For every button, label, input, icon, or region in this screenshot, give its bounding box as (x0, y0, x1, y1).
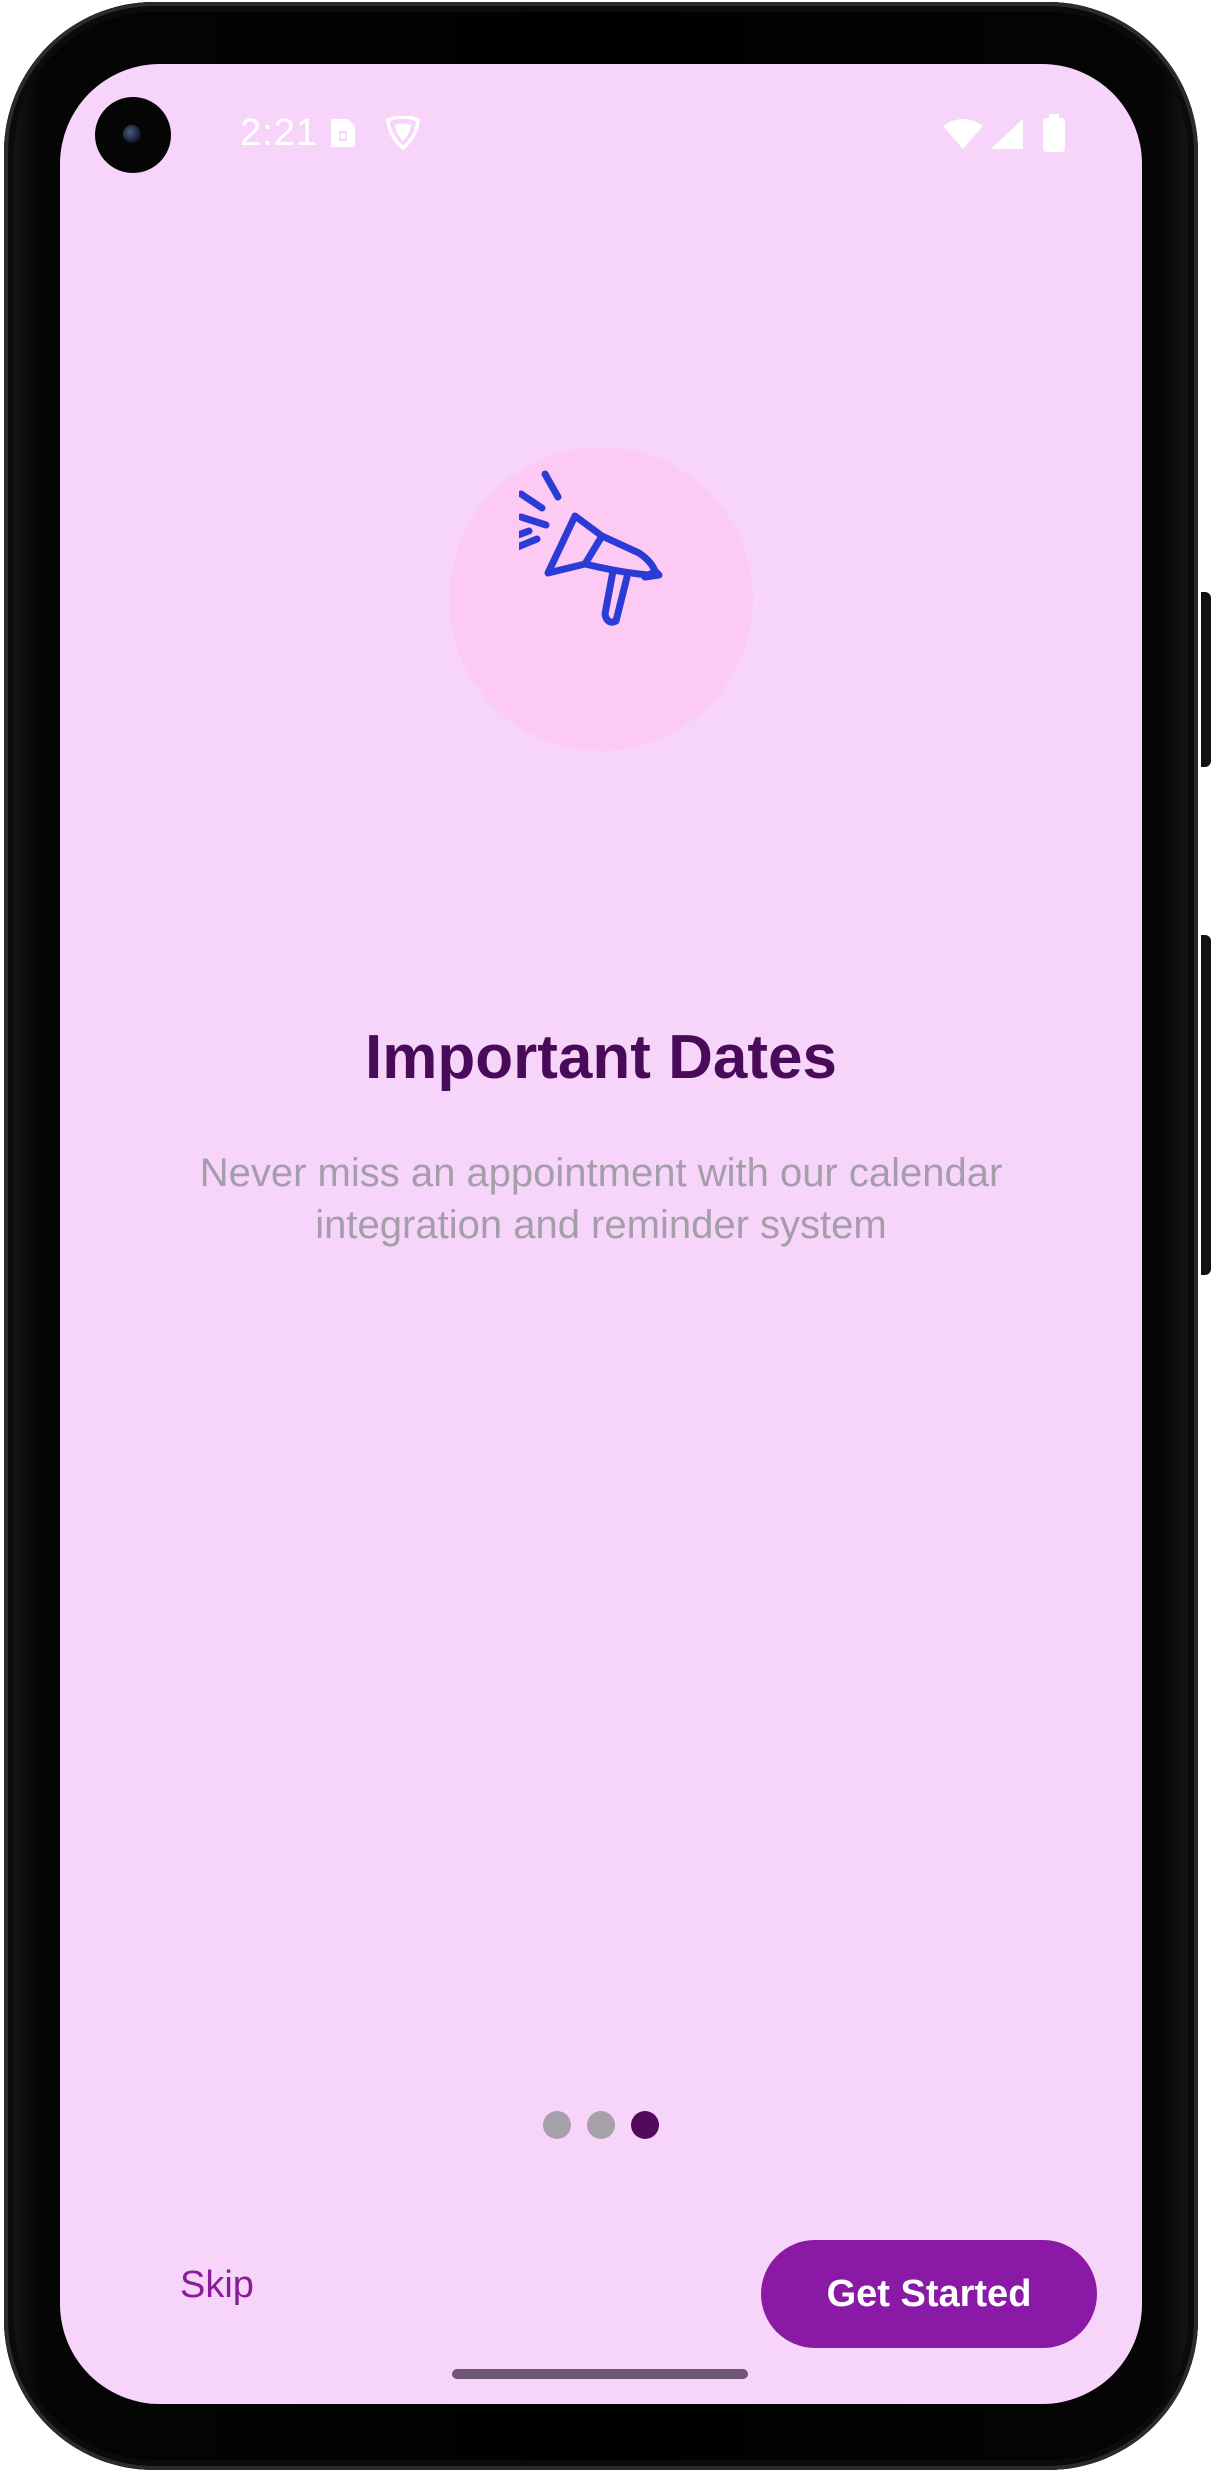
megaphone-icon (519, 470, 663, 626)
volume-button (1201, 935, 1211, 1275)
page-title: Important Dates (365, 1023, 837, 1092)
get-started-button[interactable]: Get Started (761, 2240, 1097, 2348)
page-indicator (60, 2111, 1142, 2139)
page-dot-2[interactable] (587, 2111, 615, 2139)
page-description: Never miss an appointment with our calen… (199, 1151, 1003, 1247)
skip-button[interactable]: Skip (180, 2264, 254, 2307)
device-frame: 2:21 Important Dates Never miss an appoi… (0, 0, 1211, 2474)
onboarding-page: Important Dates Never miss an appointmen… (60, 64, 1142, 2404)
home-gesture-bar[interactable] (452, 2369, 748, 2379)
page-dot-3-active[interactable] (631, 2111, 659, 2139)
app-screen: 2:21 Important Dates Never miss an appoi… (60, 64, 1142, 2404)
illustration-circle (449, 447, 753, 751)
power-button (1201, 592, 1211, 767)
page-dot-1[interactable] (543, 2111, 571, 2139)
